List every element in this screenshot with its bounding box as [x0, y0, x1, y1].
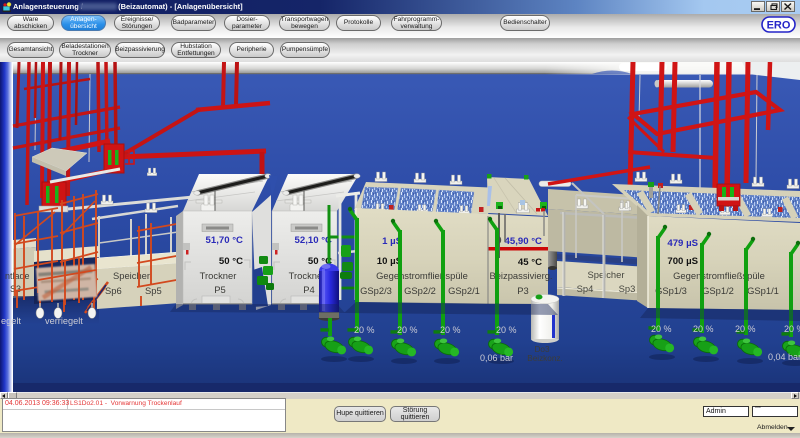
svg-text:GSp2/1: GSp2/1	[448, 285, 480, 296]
svg-text:Sp4: Sp4	[577, 283, 594, 294]
svg-text:Gegenstromfließspüle: Gegenstromfließspüle	[376, 270, 468, 281]
svg-text:0,04 bar: 0,04 bar	[768, 352, 800, 362]
svg-text:Trockner: Trockner	[200, 270, 237, 281]
svg-text:45 °C: 45 °C	[518, 257, 542, 268]
svg-text:GSp2/2: GSp2/2	[404, 285, 436, 296]
svg-text:GSp2/3: GSp2/3	[360, 285, 392, 296]
svg-text:P5: P5	[214, 284, 225, 295]
svg-text:Do3: Do3	[534, 345, 549, 354]
svg-text:Sp3: Sp3	[619, 283, 636, 294]
svg-text:Speicher: Speicher	[587, 269, 624, 280]
svg-text:Beizkonz.: Beizkonz.	[527, 354, 563, 363]
svg-text:ntlade: ntlade	[5, 271, 30, 281]
svg-text:20 %: 20 %	[735, 324, 756, 334]
svg-text:50 °C: 50 °C	[219, 256, 243, 267]
svg-text:51,70 °C: 51,70 °C	[206, 235, 244, 246]
svg-text:20 %: 20 %	[397, 325, 418, 335]
svg-text:45,90 °C: 45,90 °C	[505, 236, 543, 247]
svg-text:20 %: 20 %	[440, 325, 461, 335]
svg-text:20 %: 20 %	[784, 324, 800, 334]
svg-text:Speicher: Speicher	[113, 270, 150, 281]
svg-text:egelt: egelt	[1, 316, 21, 326]
svg-text:Sp5: Sp5	[145, 285, 162, 296]
svg-text:verriegelt: verriegelt	[45, 316, 83, 326]
svg-text:Sp6: Sp6	[105, 285, 122, 296]
svg-text:Gegenstromfließspüle: Gegenstromfließspüle	[673, 270, 765, 281]
svg-text:ERO: ERO	[767, 20, 791, 32]
svg-text:GSp1/2: GSp1/2	[702, 285, 734, 296]
svg-text:20 %: 20 %	[651, 324, 672, 334]
svg-text:20 %: 20 %	[354, 325, 375, 335]
svg-text:P4: P4	[303, 284, 314, 295]
svg-text:GSp1/1: GSp1/1	[747, 285, 779, 296]
svg-text:20 %: 20 %	[496, 325, 517, 335]
svg-text:P3: P3	[517, 285, 528, 296]
svg-text:700 µS: 700 µS	[667, 256, 698, 267]
svg-text:20 %: 20 %	[693, 324, 714, 334]
svg-text:0,06 bar: 0,06 bar	[480, 353, 513, 363]
svg-text:479 µS: 479 µS	[667, 238, 698, 249]
svg-text:52,10 °C: 52,10 °C	[295, 235, 333, 246]
